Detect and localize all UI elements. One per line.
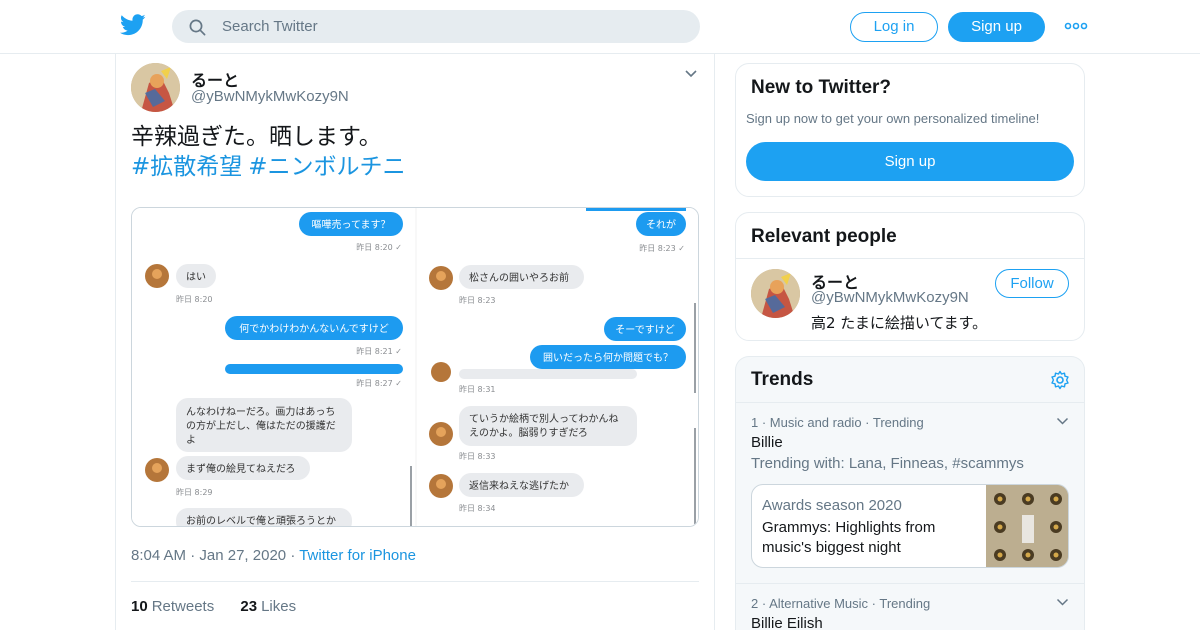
search-box[interactable] (172, 10, 700, 43)
moment-thumbnail (986, 485, 1068, 567)
person-avatar[interactable] (751, 269, 800, 318)
chat-time: 昨日 8:21 ✓ (356, 346, 402, 356)
trend-chevron-icon[interactable] (1056, 598, 1069, 607)
chat-bubble-text: はい (186, 271, 206, 283)
chat-bubble-text: んなわけねーだろ。画力はあっち (186, 405, 335, 418)
chat-time: 昨日 8:20 ✓ (356, 242, 402, 252)
retweets-stat[interactable]: 10 Retweets (131, 598, 214, 615)
author-handle[interactable]: @yBwNMykMwKozy9N (191, 88, 349, 105)
trend-meta: 1 · Music and radio · Trending (751, 415, 924, 430)
chat-bubble-text: それが (646, 218, 676, 231)
relevant-people-card: Relevant people るーと @yBwNMykMwKozy9N 高2 … (735, 212, 1085, 341)
sidebar-signup-button[interactable]: Sign up (746, 142, 1074, 181)
tweet-column: るーと @yBwNMykMwKozy9N 辛辣過ぎた。晒します。 #拡散希望 #ニ… (115, 54, 715, 630)
chat-bubble-text: そーですけど (615, 324, 674, 336)
search-icon (189, 19, 206, 36)
chat-bubble-text: 囲いだったら何か問題でも？ (543, 351, 673, 364)
trend-name[interactable]: Billie Eilish (751, 615, 823, 630)
chat-time: 昨日 8:33 (459, 451, 496, 461)
chat-time: 昨日 8:31 (459, 384, 496, 394)
chat-time: 昨日 8:27 ✓ (356, 378, 402, 388)
twitter-logo-icon[interactable] (120, 13, 146, 37)
tweet-date[interactable]: Jan 27, 2020 (199, 547, 286, 564)
tweet-menu-chevron-icon[interactable] (684, 69, 698, 79)
svg-text:えのかよ。脳弱りすぎだろ: えのかよ。脳弱りすぎだろ (469, 426, 588, 439)
person-handle[interactable]: @yBwNMykMwKozy9N (811, 289, 969, 306)
card-title: New to Twitter? (751, 77, 892, 98)
chat-screenshot: 嘔嘩売ってます？ 昨日 8:20 ✓ はい 昨日 8:20 何でかわけわかんない… (132, 208, 698, 527)
chat-time: 昨日 8:23 ✓ (639, 243, 685, 253)
tweet-meta: 8:04 AM · Jan 27, 2020 · Twitter for iPh… (131, 547, 416, 564)
tweet-hashtags: #拡散希望 #ニンボルチニ (131, 152, 412, 182)
chat-bubble-text: 返信来ねえな逃げたか (469, 479, 569, 492)
chat-time: 昨日 8:20 (176, 294, 213, 304)
divider (131, 581, 699, 582)
login-button[interactable]: Log in (850, 12, 938, 42)
divider (736, 258, 1084, 259)
card-title: Trends (751, 369, 814, 390)
chat-bubble-text: 松さんの囲いやろお前 (469, 271, 569, 284)
hashtag-link[interactable]: #拡散希望 (131, 154, 242, 180)
trend-moment-card[interactable]: Awards season 2020 Grammys: Highlights f… (751, 484, 1069, 568)
tweet-stats: 10 Retweets 23 Likes (131, 598, 296, 615)
trends-card: Trends 1 · Music and radio · Trending Bi… (735, 356, 1085, 630)
follow-button[interactable]: Follow (995, 269, 1069, 298)
svg-text:の方が上だし、俺はただの援護だ: の方が上だし、俺はただの援護だ (186, 419, 336, 432)
hashtag-link[interactable]: #ニンボルチニ (248, 154, 405, 180)
card-description: Sign up now to get your own personalized… (746, 111, 1040, 126)
author-avatar[interactable] (131, 63, 180, 112)
chat-time: 昨日 8:34 (459, 503, 496, 513)
divider (736, 402, 1084, 403)
tweet-time[interactable]: 8:04 AM (131, 547, 186, 564)
tweet-text: 辛辣過ぎた。晒します。 (131, 124, 382, 150)
chat-time: 昨日 8:23 (459, 295, 496, 305)
chat-bubble-text: ていうか絵柄で別人ってわかんね (469, 412, 619, 425)
new-to-twitter-card: New to Twitter? Sign up now to get your … (735, 63, 1085, 197)
more-options-icon[interactable] (1064, 18, 1088, 34)
likes-stat[interactable]: 23 Likes (240, 598, 296, 615)
settings-gear-icon[interactable] (1050, 370, 1070, 390)
chat-bubble-text: お前のレベルで俺と頑張ろうとか (186, 514, 336, 527)
trend-related[interactable]: Trending with: Lana, Finneas, #scammys (751, 455, 1024, 472)
moment-category: Awards season 2020 (762, 497, 902, 514)
chat-bubble-text: 嘔嘩売ってます？ (312, 218, 391, 231)
search-input[interactable] (222, 10, 682, 43)
card-title: Relevant people (751, 226, 897, 247)
trend-chevron-icon[interactable] (1056, 417, 1069, 426)
top-navigation-bar: Log in Sign up (0, 0, 1200, 54)
svg-text:よ: よ (186, 434, 196, 446)
chat-time: 昨日 8:29 (176, 487, 213, 497)
trend-name[interactable]: Billie (751, 434, 783, 451)
moment-headline: Grammys: Highlights from music's biggest… (762, 519, 936, 556)
tweet-attached-image[interactable]: 嘔嘩売ってます？ 昨日 8:20 ✓ はい 昨日 8:20 何でかわけわかんない… (131, 207, 699, 527)
divider (736, 583, 1084, 584)
signup-button[interactable]: Sign up (948, 12, 1045, 42)
tweet-source-link[interactable]: Twitter for iPhone (299, 547, 416, 564)
chat-bubble-text: まず俺の絵見てねえだろ (186, 462, 295, 475)
person-bio: 高2 たまに絵描いてます。 (811, 314, 988, 332)
trend-meta: 2 · Alternative Music · Trending (751, 596, 931, 611)
chat-bubble-text: 何でかわけわかんないんですけど (239, 322, 389, 335)
